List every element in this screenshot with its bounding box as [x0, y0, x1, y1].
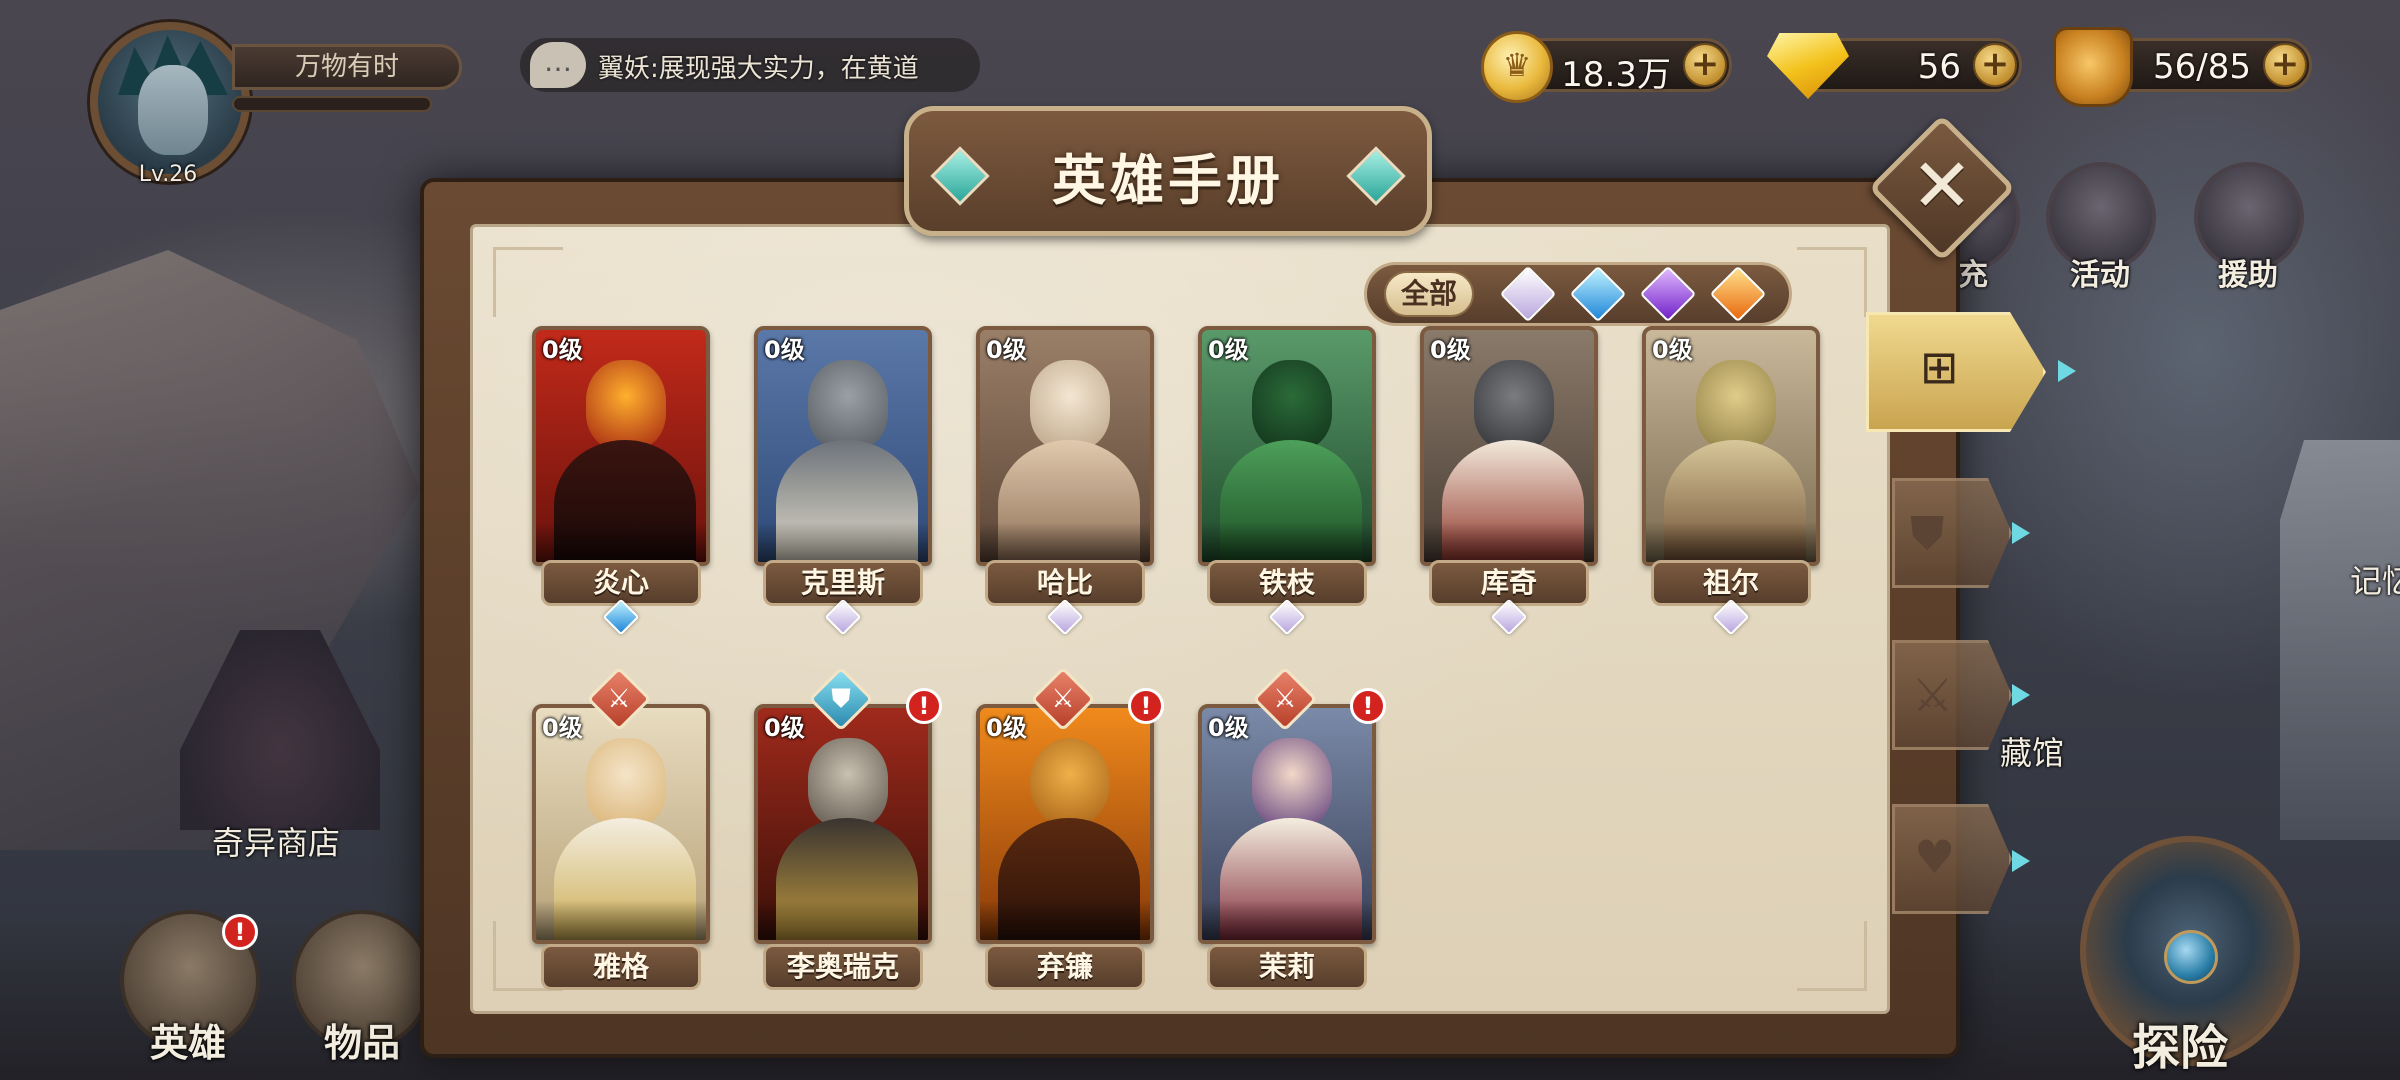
hero-name: 李奥瑞克 — [763, 944, 923, 990]
player-avatar[interactable] — [90, 22, 250, 182]
hero-level: 0级 — [1208, 336, 1249, 364]
diamond-value: 56 — [1917, 47, 1961, 87]
hero-level: 0级 — [764, 336, 805, 364]
hero-level: 0级 — [542, 336, 583, 364]
stamina-currency: 56/85 + — [2053, 27, 2312, 107]
hero-name: 雅格 — [541, 944, 701, 990]
sword-icon: ⚔ — [1912, 668, 1954, 722]
hero-card[interactable]: 0级 — [1198, 704, 1376, 944]
hero-level: 0级 — [986, 714, 1027, 742]
shop-label[interactable]: 奇异商店 — [212, 818, 340, 864]
add-gold-button[interactable]: + — [1683, 43, 1727, 87]
player-exp-bar — [232, 96, 432, 112]
close-icon[interactable]: ✕ — [1890, 136, 1994, 240]
gold-value: 18.3万 — [1561, 55, 1671, 95]
hero-card[interactable]: 0级 — [754, 704, 932, 944]
grid-icon: ⊞ — [1920, 340, 1959, 394]
heroes-nav-label[interactable]: 英雄 — [150, 1012, 226, 1067]
avatar-face — [138, 65, 208, 155]
hero-alert-badge: ! — [1128, 688, 1164, 724]
gold-coin-icon: ♛ — [1481, 31, 1553, 103]
hero-alert-badge: ! — [1350, 688, 1386, 724]
paper-corner-ornament — [493, 247, 563, 317]
hero-level: 0级 — [1430, 336, 1471, 364]
hero-card[interactable]: 0级 — [532, 326, 710, 566]
hero-alert-badge: ! — [906, 688, 942, 724]
hero-level: 0级 — [1208, 714, 1249, 742]
shield-icon: ⛊ — [831, 684, 851, 714]
hero-card[interactable]: 0级 — [1198, 326, 1376, 566]
memory-label[interactable]: 记忆 — [2350, 556, 2400, 602]
filter-all-button[interactable]: 全部 — [1384, 271, 1474, 317]
hero-name: 弃镰 — [985, 944, 1145, 990]
heart-icon: ♥ — [1914, 830, 1956, 884]
stamina-icon — [2053, 27, 2133, 107]
hero-card[interactable]: 0级 — [976, 326, 1154, 566]
hero-card[interactable]: 0级 — [976, 704, 1154, 944]
hero-card[interactable]: 0级 — [1642, 326, 1820, 566]
add-stamina-button[interactable]: + — [2263, 43, 2307, 87]
shield-icon: ⛊ — [1910, 506, 1945, 560]
paper-corner-ornament — [1797, 921, 1867, 991]
add-diamond-button[interactable]: + — [1973, 43, 2017, 87]
gold-currency: ♛ 18.3万 + — [1481, 31, 1732, 103]
hero-card[interactable]: 0级 — [754, 326, 932, 566]
hero-level: 0级 — [1652, 336, 1693, 364]
paper-corner-ornament — [1797, 247, 1867, 317]
sword-icon: ⚔ — [1051, 684, 1075, 714]
sword-icon: ⚔ — [607, 684, 631, 714]
player-level: Lv.26 — [138, 162, 198, 187]
heroes-alert-badge: ! — [222, 914, 258, 950]
explore-gem-icon — [2164, 930, 2218, 984]
player-name[interactable]: 万物有时 — [232, 44, 462, 90]
chat-message: 翼妖:展现强大实力，在黄道 — [598, 54, 919, 84]
museum-label[interactable]: 藏馆 — [2000, 728, 2064, 774]
activity-label: 活动 — [2070, 258, 2130, 293]
hero-card[interactable]: 0级 — [1420, 326, 1598, 566]
hero-card[interactable]: 0级 — [532, 704, 710, 944]
items-nav-label[interactable]: 物品 — [324, 1012, 400, 1067]
background-tower — [2280, 440, 2400, 840]
hero-level: 0级 — [986, 336, 1027, 364]
hero-level: 0级 — [542, 714, 583, 742]
hero-name: 茉莉 — [1207, 944, 1367, 990]
recharge-label: 充 — [1958, 258, 1988, 293]
assist-label: 援助 — [2218, 258, 2278, 293]
sword-icon: ⚔ — [1273, 684, 1297, 714]
diamond-currency: 56 + — [1767, 33, 2022, 99]
hero-level: 0级 — [764, 714, 805, 742]
speech-bubble-icon[interactable]: … — [530, 42, 586, 88]
stamina-value: 56/85 — [2153, 47, 2251, 87]
modal-title: 英雄手册 — [1052, 149, 1284, 212]
explore-label[interactable]: 探险 — [2132, 1008, 2228, 1078]
